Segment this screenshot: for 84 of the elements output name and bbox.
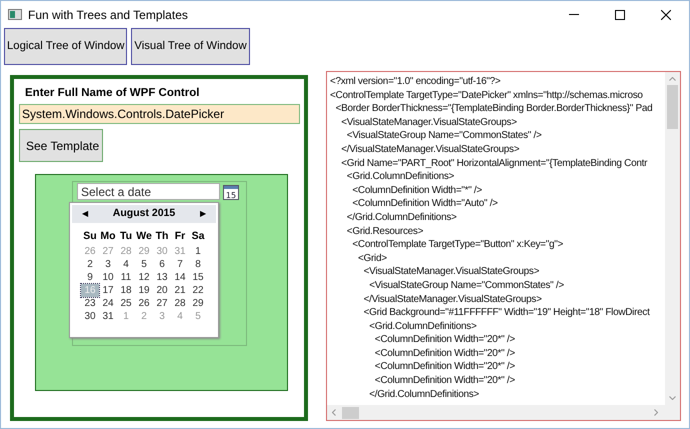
weekday-label: Sa [190, 229, 206, 244]
close-icon [661, 10, 671, 20]
next-month-button[interactable]: ▶ [200, 210, 206, 218]
code-line: <?xml version="1.0" encoding="utf-16"?> [330, 76, 500, 87]
calendar-day[interactable]: 15 [189, 271, 207, 284]
scroll-up-icon[interactable] [669, 77, 676, 81]
window-title: Fun with Trees and Templates [28, 6, 188, 24]
calendar-day[interactable]: 6 [153, 258, 171, 272]
code-line: <ColumnDefinition Width="20*" /> [374, 361, 515, 372]
maximize-icon [615, 10, 625, 20]
calendar-day[interactable]: 1 [189, 245, 207, 258]
calendar-day[interactable]: 5 [135, 258, 153, 272]
field-label: Enter Full Name of WPF Control [24, 86, 200, 101]
scroll-down-icon[interactable] [669, 396, 676, 400]
code-line: <VisualStateGroup Name="CommonStates" /> [346, 130, 542, 142]
code-line: <Grid> [358, 252, 387, 264]
calendar-day[interactable]: 25 [117, 297, 135, 310]
horizontal-scrollbar[interactable] [327, 405, 680, 420]
calendar-day[interactable]: 24 [99, 297, 117, 310]
calendar-day[interactable]: 30 [81, 310, 99, 324]
code-line: <Grid.ColumnDefinitions> [369, 320, 476, 332]
see-template-button[interactable]: See Template [19, 129, 103, 162]
calendar-day[interactable]: 26 [135, 297, 153, 310]
calendar-day[interactable]: 13 [153, 271, 171, 284]
calendar-day[interactable]: 4 [117, 258, 135, 272]
code-line: <VisualStateGroup Name="CommonStates" /> [369, 280, 564, 291]
code-line: </VisualStateManager.VisualStateGroups> [364, 294, 542, 304]
code-line: <ColumnDefinition Width="20*" /> [374, 348, 515, 359]
weekday-label: Tu [118, 229, 134, 244]
code-line: <Grid Name="PART_Root" HorizontalAlignment="{TemplateBinding Contr [341, 158, 648, 169]
app-icon [8, 9, 22, 20]
calendar-day[interactable]: 3 [99, 258, 117, 272]
calendar-day[interactable]: 17 [99, 284, 117, 298]
weekday-label: Th [154, 229, 170, 244]
weekday-label: We [135, 229, 153, 244]
calendar-day[interactable]: 18 [117, 284, 135, 298]
code-line: </Grid.ColumnDefinitions> [369, 388, 479, 400]
calendar-day[interactable]: 12 [135, 271, 153, 284]
calendar-icon[interactable]: 15 [223, 184, 239, 200]
calendar-day[interactable]: 27 [153, 297, 171, 310]
scroll-thumb[interactable] [667, 85, 678, 129]
calendar-day[interactable]: 14 [171, 271, 189, 284]
code-line: <ColumnDefinition Width="Auto" /> [352, 198, 498, 210]
code-line: <VisualStateManager.VisualStateGroups> [341, 116, 517, 128]
code-line: <ControlTemplate TargetType="DatePicker" xmlns="http://schemas.microso [330, 90, 643, 101]
calendar-day[interactable]: 29 [189, 297, 207, 310]
code-line: </VisualStateManager.VisualStateGroups> [341, 144, 520, 155]
scroll-thumb[interactable] [342, 406, 359, 418]
month-title[interactable]: August 2015 [112, 206, 176, 222]
scroll-right-icon[interactable] [654, 409, 658, 416]
calendar-day[interactable]: 8 [189, 258, 207, 272]
control-name-field[interactable]: System.Windows.Controls.DatePicker [19, 104, 300, 124]
calendar-day[interactable]: 28 [171, 297, 189, 310]
calendar-day[interactable]: 20 [153, 284, 171, 298]
calendar-day[interactable]: 21 [171, 284, 189, 298]
code-line: <VisualStateManager.VisualStateGroups> [364, 266, 540, 278]
code-line: <ColumnDefinition Width="20*" /> [374, 334, 515, 346]
date-field[interactable]: Select a date [77, 183, 220, 200]
code-line: </Grid.ColumnDefinitions> [346, 212, 457, 223]
tree-button[interactable]: Visual Tree of Window [131, 28, 250, 65]
calendar-day[interactable]: 9 [81, 271, 99, 284]
code-line: <Grid Background="#11FFFFFF" Width="19" Height="18" FlowDirect [364, 307, 650, 318]
calendar-day[interactable]: 23 [81, 297, 99, 310]
vertical-scrollbar[interactable] [665, 72, 680, 405]
code-line: <ColumnDefinition Width="*" /> [352, 184, 482, 196]
code-line: <Border BorderThickness="{TemplateBinding Border.BorderThickness}" Pad [336, 103, 652, 114]
code-line: <Grid.ColumnDefinitions> [346, 171, 454, 182]
weekday-label: Fr [174, 229, 186, 244]
calendar-day[interactable]: 2 [81, 258, 99, 272]
code-line: <ControlTemplate TargetType="Button" x:Key="g"> [352, 239, 563, 250]
weekday-label: Mo [99, 229, 117, 244]
scroll-left-icon[interactable] [332, 409, 336, 416]
code-line: <Grid.Resources> [346, 226, 424, 237]
minimize-icon [569, 14, 579, 15]
calendar-day[interactable]: 31 [99, 310, 117, 324]
calendar-day[interactable]: 11 [117, 271, 135, 284]
weekday-label: Su [82, 229, 98, 244]
calendar-day[interactable]: 10 [99, 271, 117, 284]
calendar-day[interactable]: 22 [189, 284, 207, 298]
calendar-day[interactable]: 19 [135, 284, 153, 298]
calendar-day[interactable]: 7 [171, 258, 189, 272]
code-line: <ColumnDefinition Width="20*" /> [374, 375, 515, 386]
previous-month-button[interactable]: ◀ [82, 210, 88, 218]
tree-button[interactable]: Logical Tree of Window [4, 28, 128, 65]
